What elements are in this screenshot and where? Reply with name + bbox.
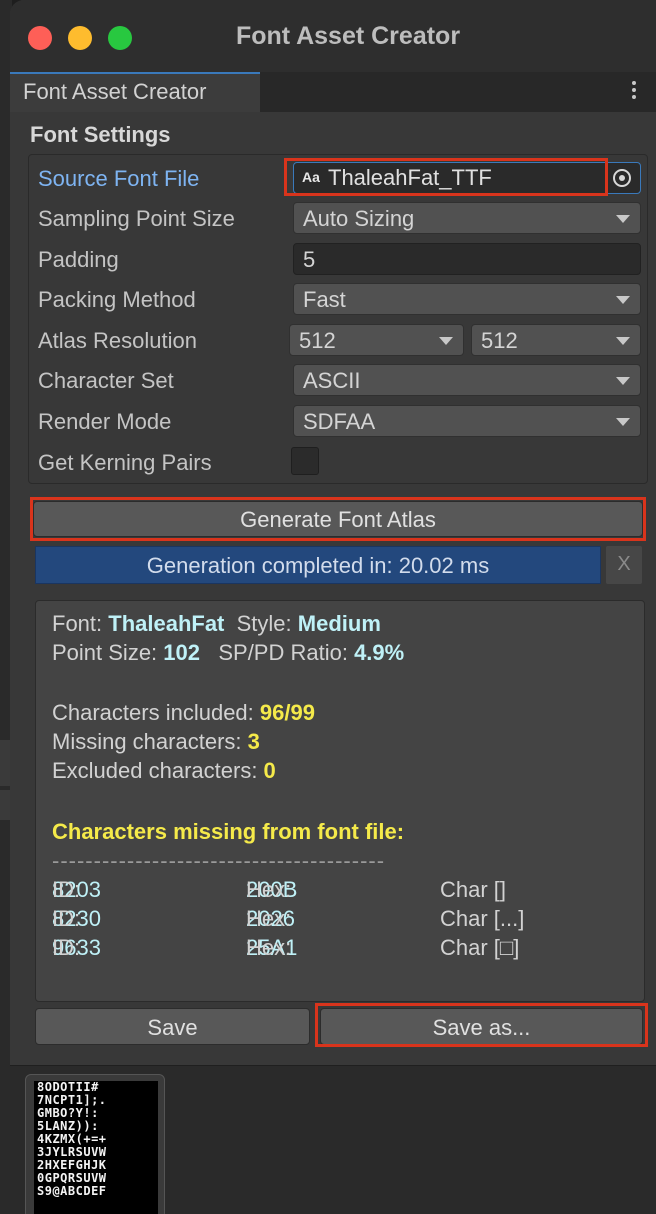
source-font-file-label: Source Font File <box>38 166 200 191</box>
get-kerning-pairs-checkbox[interactable] <box>291 447 319 475</box>
save-button[interactable]: Save <box>35 1008 310 1045</box>
title-bar: Font Asset Creator <box>10 0 656 73</box>
object-picker-icon[interactable] <box>613 169 631 187</box>
atlas-resolution-label: Atlas Resolution <box>38 328 197 353</box>
font-atlas-image: 8ODOTII# 7NCPT1];. GMBO?Y!: 5LANZ)): 4KZ… <box>34 1081 158 1214</box>
source-font-file-value: ThaleahFat_TTF <box>328 165 492 190</box>
save-as-button[interactable]: Save as... <box>320 1008 643 1045</box>
character-set-label: Character Set <box>38 368 174 393</box>
tab-bar: Font Asset Creator <box>10 72 656 112</box>
generation-progress-bar: Generation completed in: 20.02 ms <box>35 546 601 584</box>
sampling-point-size-label: Sampling Point Size <box>38 206 235 231</box>
atlas-thumbnail[interactable]: 8ODOTII# 7NCPT1];. GMBO?Y!: 5LANZ)): 4KZ… <box>25 1074 165 1214</box>
ratio-value: 4.9% <box>354 640 405 665</box>
more-options-icon[interactable] <box>632 78 638 102</box>
character-set-dropdown[interactable]: ASCII <box>293 364 641 396</box>
padding-value: 5 <box>303 247 316 272</box>
tab-font-asset-creator[interactable]: Font Asset Creator <box>10 72 260 112</box>
sampling-point-size-value: Auto Sizing <box>303 206 415 231</box>
render-mode-dropdown[interactable]: SDFAA <box>293 405 641 437</box>
atlas-preview-panel: 8ODOTII# 7NCPT1];. GMBO?Y!: 5LANZ)): 4KZ… <box>10 1065 656 1214</box>
window-title: Font Asset Creator <box>235 22 461 50</box>
packing-method-value: Fast <box>303 287 346 312</box>
atlas-width-value: 512 <box>299 328 336 353</box>
sampling-point-size-dropdown[interactable]: Auto Sizing <box>293 202 641 234</box>
characters-included-line: Characters included: 96/99 <box>52 700 315 725</box>
chevron-down-icon <box>616 215 630 223</box>
atlas-width-dropdown[interactable]: 512 <box>289 324 464 356</box>
chevron-down-icon <box>439 337 453 345</box>
excluded-characters-line: Excluded characters: 0 <box>52 758 276 783</box>
packing-method-dropdown[interactable]: Fast <box>293 283 641 315</box>
characters-included-value: 96/99 <box>259 700 315 725</box>
get-kerning-pairs-label: Get Kerning Pairs <box>38 450 212 475</box>
padding-label: Padding <box>38 247 119 272</box>
font-name-value: ThaleahFat <box>108 611 225 636</box>
font-asset-icon: Aa <box>302 169 320 185</box>
dismiss-status-button[interactable]: X <box>606 546 642 584</box>
generate-font-atlas-button[interactable]: Generate Font Atlas <box>33 501 643 537</box>
chevron-down-icon <box>616 337 630 345</box>
chevron-down-icon <box>616 296 630 304</box>
atlas-height-value: 512 <box>481 328 518 353</box>
excluded-characters-value: 0 <box>263 758 276 783</box>
font-asset-creator-window: Font Asset Creator Font Asset Creator Fo… <box>10 0 656 1214</box>
missing-characters-value: 3 <box>247 729 260 754</box>
chevron-down-icon <box>616 418 630 426</box>
atlas-height-dropdown[interactable]: 512 <box>471 324 641 356</box>
font-style-value: Medium <box>297 611 381 636</box>
source-font-file-field[interactable]: Aa ThaleahFat_TTF <box>293 162 641 194</box>
generation-info-panel: Font: ThaleahFat Style: Medium Point Siz… <box>35 600 645 1002</box>
point-size-value: 102 <box>163 640 200 665</box>
render-mode-value: SDFAA <box>303 409 376 434</box>
render-mode-label: Render Mode <box>38 409 172 434</box>
point-size-info-line: Point Size: 102 SP/PD Ratio: 4.9% <box>52 640 405 665</box>
separator-line: ---------------------------------------- <box>52 848 386 873</box>
padding-input[interactable]: 5 <box>293 243 641 275</box>
section-title: Font Settings <box>30 122 171 147</box>
font-info-line: Font: ThaleahFat Style: Medium <box>52 611 381 636</box>
packing-method-label: Packing Method <box>38 287 196 312</box>
character-set-value: ASCII <box>303 368 361 393</box>
missing-characters-line: Missing characters: 3 <box>52 729 260 754</box>
chevron-down-icon <box>616 377 630 385</box>
missing-characters-title: Characters missing from font file: <box>52 819 405 844</box>
